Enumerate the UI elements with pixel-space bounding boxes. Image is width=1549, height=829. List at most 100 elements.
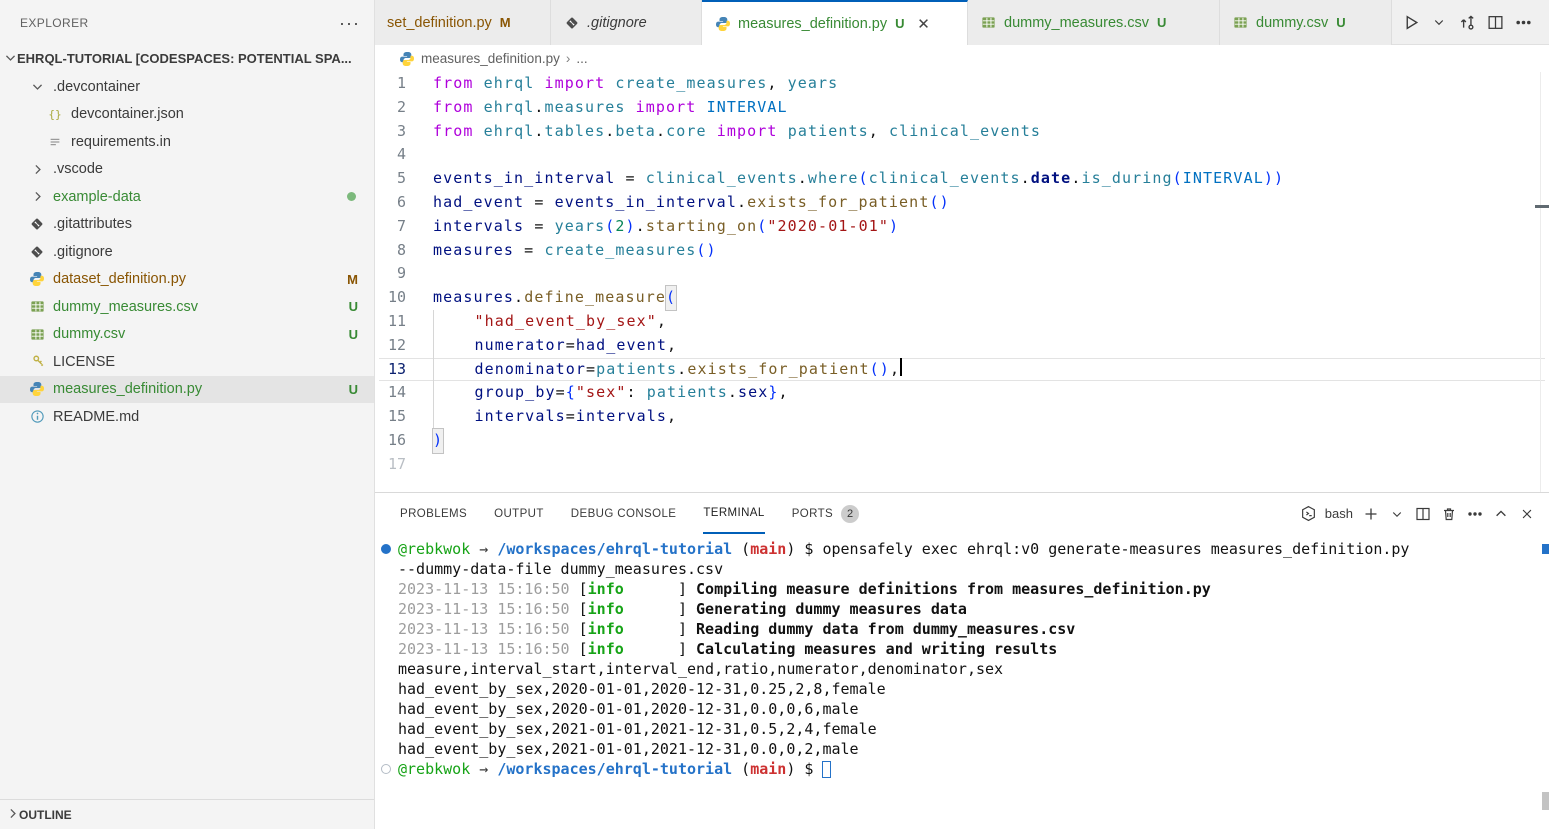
panel-more-actions-icon[interactable]	[1463, 502, 1487, 526]
code-token: ()	[696, 239, 716, 263]
panel-tabs: PROBLEMS OUTPUT DEBUG CONSOLE TERMINAL PORTS…	[400, 493, 886, 534]
outline-section-header[interactable]: OUTLINE	[0, 799, 374, 829]
terminal-profile-chevron-icon[interactable]	[1385, 502, 1409, 526]
code-token	[696, 96, 706, 120]
breadcrumb-more[interactable]: ...	[576, 51, 587, 66]
new-terminal-button[interactable]	[1359, 502, 1383, 526]
explorer-header: EXPLORER ···	[0, 0, 374, 46]
breadcrumb-file[interactable]: measures_definition.py	[421, 51, 560, 66]
run-dropdown-chevron-icon[interactable]	[1427, 10, 1451, 34]
code-token: measures	[433, 239, 514, 263]
code-line-2[interactable]: 2from ehrql.measures import INTERVAL	[375, 96, 1549, 120]
code-line-6[interactable]: 6had_event = events_in_interval.exists_f…	[375, 191, 1549, 215]
explorer-item--gitignore[interactable]: .gitignore	[0, 238, 374, 266]
tab-dummy-csv[interactable]: dummy.csvU	[1220, 0, 1392, 45]
editor-tabs: set_definition.pyM.gitignoremeasures_def…	[375, 0, 1392, 45]
terminal-token: ]	[624, 620, 696, 638]
tab-set-definition-py[interactable]: set_definition.pyM	[375, 0, 551, 45]
code-line-10[interactable]: 10measures.define_measure(	[375, 286, 1549, 310]
code-line-4[interactable]: 4	[375, 143, 1549, 167]
panel-tab-terminal[interactable]: TERMINAL	[703, 493, 764, 534]
terminal-token: had_event_by_sex,2020-01-01,2020-12-31,0…	[398, 680, 886, 698]
tab--gitignore[interactable]: .gitignore	[551, 0, 702, 45]
chevron-right-icon	[28, 160, 46, 178]
explorer-item-license[interactable]: LICENSE	[0, 348, 374, 376]
code-line-5[interactable]: 5events_in_interval = clinical_events.wh…	[375, 167, 1549, 191]
chevron-right-icon	[28, 188, 46, 206]
command-decoration-hollow[interactable]	[381, 764, 391, 774]
command-decoration-filled[interactable]	[381, 544, 391, 554]
code-line-1[interactable]: 1from ehrql import create_measures, year…	[375, 72, 1549, 96]
close-icon[interactable]: ✕	[915, 15, 933, 33]
explorer-item-measures-definition-py[interactable]: measures_definition.pyU	[0, 376, 374, 404]
editor-cursor	[900, 358, 902, 376]
maximize-panel-icon[interactable]	[1489, 502, 1513, 526]
more-actions-icon[interactable]	[1511, 10, 1535, 34]
code-editor[interactable]: 1from ehrql import create_measures, year…	[375, 72, 1549, 492]
breadcrumb[interactable]: measures_definition.py › ...	[375, 45, 1549, 72]
code-token: ,	[657, 310, 667, 334]
panel-tab-output[interactable]: OUTPUT	[494, 493, 544, 534]
panel-tab-label: OUTPUT	[494, 508, 544, 520]
explorer-item--gitattributes[interactable]: .gitattributes	[0, 211, 374, 239]
explorer-item-dataset-definition-py[interactable]: dataset_definition.pyM	[0, 266, 374, 294]
split-terminal-button[interactable]	[1411, 502, 1435, 526]
explorer-item-dummy-measures-csv[interactable]: dummy_measures.csvU	[0, 293, 374, 321]
explorer-item-example-data[interactable]: example-data	[0, 183, 374, 211]
run-python-file-button[interactable]	[1399, 10, 1423, 34]
explorer-item-requirements-in[interactable]: requirements.in	[0, 128, 374, 156]
code-line-17[interactable]: 17	[375, 453, 1549, 477]
explorer-more-icon[interactable]: ···	[339, 13, 360, 34]
split-editor-button[interactable]	[1483, 10, 1507, 34]
panel-tab-problems[interactable]: PROBLEMS	[400, 493, 467, 534]
tab-dummy-measures-csv[interactable]: dummy_measures.csvU	[968, 0, 1220, 45]
code-line-9[interactable]: 9	[375, 262, 1549, 286]
code-line-15[interactable]: 15 intervals=intervals,	[375, 405, 1549, 429]
git-status-badge: U	[1157, 15, 1166, 30]
code-line-7[interactable]: 7intervals = years(2).starting_on("2020-…	[375, 215, 1549, 239]
explorer-root-folder[interactable]: EHRQL-TUTORIAL [CODESPACES: POTENTIAL SP…	[0, 46, 374, 71]
code-line-3[interactable]: 3from ehrql.tables.beta.core import pati…	[375, 120, 1549, 144]
terminal[interactable]: @rebkwok → /workspaces/ehrql-tutorial (m…	[375, 534, 1549, 829]
code-token: (	[605, 215, 615, 239]
code-token	[605, 72, 615, 96]
git-icon	[28, 215, 46, 233]
code-token	[534, 72, 544, 96]
line-number: 8	[375, 239, 433, 263]
panel-tab-label: PORTS	[792, 508, 833, 520]
python-icon	[28, 270, 46, 288]
terminal-line: had_event_by_sex,2020-01-01,2020-12-31,0…	[375, 679, 1549, 699]
code-line-11[interactable]: 11 "had_event_by_sex",	[375, 310, 1549, 334]
code-token: had_event	[433, 191, 524, 215]
explorer-item--vscode[interactable]: .vscode	[0, 156, 374, 184]
code-line-13[interactable]: 13 denominator=patients.exists_for_patie…	[375, 358, 1549, 382]
code-line-16[interactable]: 16)	[375, 429, 1549, 453]
line-number: 14	[375, 381, 433, 405]
panel-tab-ports[interactable]: PORTS2	[792, 493, 859, 534]
vscode-window: EXPLORER ··· EHRQL-TUTORIAL [CODESPACES:…	[0, 0, 1549, 829]
breadcrumb-separator: ›	[566, 51, 571, 66]
explorer-item-label: .devcontainer	[53, 79, 140, 95]
close-panel-icon[interactable]	[1515, 502, 1539, 526]
panel-tab-debug-console[interactable]: DEBUG CONSOLE	[571, 493, 677, 534]
tab-measures-definition-py[interactable]: measures_definition.pyU✕	[702, 0, 968, 45]
explorer-item-readme-md[interactable]: README.md	[0, 403, 374, 431]
code-line-12[interactable]: 12 numerator=had_event,	[375, 334, 1549, 358]
code-token: =	[524, 191, 554, 215]
explorer-tree: .devcontainer {}devcontainer.jsonrequirem…	[0, 71, 374, 799]
code-token: =	[586, 358, 596, 382]
terminal-token: Generating dummy measures data	[696, 600, 967, 618]
code-line-14[interactable]: 14 group_by={"sex": patients.sex},	[375, 381, 1549, 405]
terminal-token: →	[479, 540, 488, 558]
code-line-8[interactable]: 8measures = create_measures()	[375, 239, 1549, 263]
code-token: "sex"	[576, 381, 627, 405]
code-token: .	[798, 167, 808, 191]
shell-label[interactable]: bash	[1325, 506, 1353, 521]
explorer-item-dummy-csv[interactable]: dummy.csvU	[0, 321, 374, 349]
kill-terminal-button[interactable]	[1437, 502, 1461, 526]
code-token: starting_on	[646, 215, 757, 239]
open-changes-icon[interactable]	[1455, 10, 1479, 34]
explorer-item-devcontainer-json[interactable]: {}devcontainer.json	[0, 101, 374, 129]
explorer-item--devcontainer[interactable]: .devcontainer	[0, 73, 374, 101]
chevron-down-icon	[4, 51, 17, 67]
